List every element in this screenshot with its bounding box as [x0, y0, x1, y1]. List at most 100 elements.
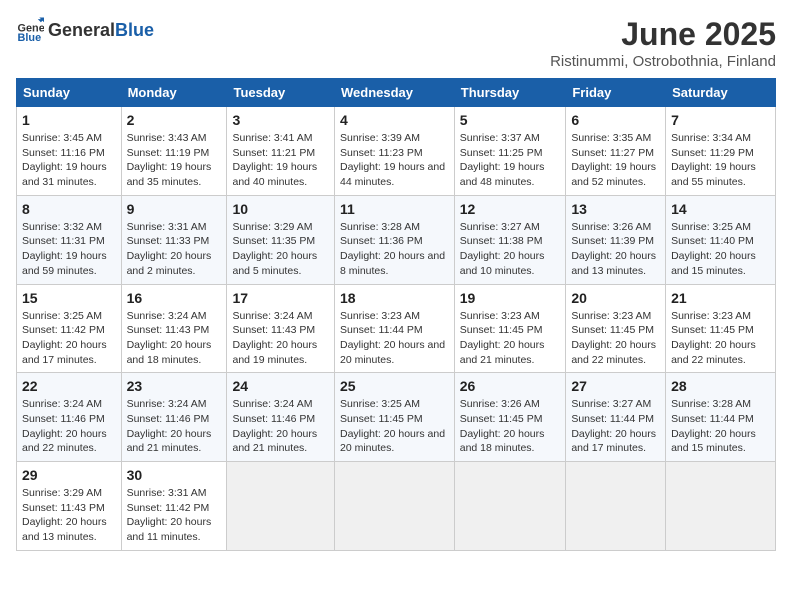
calendar-cell: [566, 462, 666, 551]
page-header: General Blue General Blue June 2025 Rist…: [16, 16, 776, 70]
calendar-table: SundayMondayTuesdayWednesdayThursdayFrid…: [16, 78, 776, 551]
day-info: Sunrise: 3:27 AMSunset: 11:44 PMDaylight…: [571, 397, 660, 456]
calendar-cell: 26 Sunrise: 3:26 AMSunset: 11:45 PMDaylig…: [454, 373, 566, 462]
svg-text:Blue: Blue: [18, 32, 42, 44]
calendar-cell: 11 Sunrise: 3:28 AMSunset: 11:36 PMDaylig…: [334, 195, 454, 284]
calendar-cell: 25Sunrise: 3:25 AMSunset: 11:45 PMDaylig…: [334, 373, 454, 462]
header-saturday: Saturday: [666, 79, 776, 107]
calendar-cell: 7Sunrise: 3:34 AMSunset: 11:29 PMDayligh…: [666, 107, 776, 196]
logo-general-text: General: [48, 20, 115, 41]
day-info: Sunrise: 3:24 AMSunset: 11:46 PMDaylight…: [127, 397, 222, 456]
calendar-cell: 6 Sunrise: 3:35 AMSunset: 11:27 PMDayligh…: [566, 107, 666, 196]
day-number: 16: [127, 290, 222, 306]
day-info: Sunrise: 3:35 AMSunset: 11:27 PMDaylight…: [571, 131, 660, 190]
logo-icon: General Blue: [16, 16, 44, 44]
day-number: 18: [340, 290, 449, 306]
day-number: 17: [232, 290, 329, 306]
logo: General Blue General Blue: [16, 16, 154, 44]
logo-blue-text: Blue: [115, 20, 154, 41]
calendar-cell: 30 Sunrise: 3:31 AMSunset: 11:42 PMDaylig…: [121, 462, 227, 551]
day-info: Sunrise: 3:26 AMSunset: 11:39 PMDaylight…: [571, 220, 660, 279]
day-number: 19: [460, 290, 561, 306]
week-row-3: 15 Sunrise: 3:25 AMSunset: 11:42 PMDaylig…: [17, 284, 776, 373]
day-number: 28: [671, 378, 770, 394]
day-info: Sunrise: 3:29 AMSunset: 11:35 PMDaylight…: [232, 220, 329, 279]
week-row-1: 1 Sunrise: 3:45 AMSunset: 11:16 PMDayligh…: [17, 107, 776, 196]
calendar-cell: 9Sunrise: 3:31 AMSunset: 11:33 PMDayligh…: [121, 195, 227, 284]
day-number: 24: [232, 378, 329, 394]
header-tuesday: Tuesday: [227, 79, 335, 107]
day-number: 29: [22, 467, 116, 483]
calendar-cell: 10 Sunrise: 3:29 AMSunset: 11:35 PMDaylig…: [227, 195, 335, 284]
day-number: 12: [460, 201, 561, 217]
day-number: 8: [22, 201, 116, 217]
day-info: Sunrise: 3:24 AMSunset: 11:43 PMDaylight…: [232, 309, 329, 368]
day-info: Sunrise: 3:45 AMSunset: 11:16 PMDaylight…: [22, 131, 116, 190]
calendar-cell: [227, 462, 335, 551]
calendar-cell: 17 Sunrise: 3:24 AMSunset: 11:43 PMDaylig…: [227, 284, 335, 373]
day-info: Sunrise: 3:25 AMSunset: 11:42 PMDaylight…: [22, 309, 116, 368]
day-number: 21: [671, 290, 770, 306]
calendar-cell: 22Sunrise: 3:24 AMSunset: 11:46 PMDaylig…: [17, 373, 122, 462]
day-info: Sunrise: 3:25 AMSunset: 11:40 PMDaylight…: [671, 220, 770, 279]
calendar-cell: 28 Sunrise: 3:28 AMSunset: 11:44 PMDaylig…: [666, 373, 776, 462]
calendar-title: June 2025: [550, 16, 776, 53]
calendar-cell: 20 Sunrise: 3:23 AMSunset: 11:45 PMDaylig…: [566, 284, 666, 373]
day-info: Sunrise: 3:29 AMSunset: 11:43 PMDaylight…: [22, 486, 116, 545]
calendar-header-row: SundayMondayTuesdayWednesdayThursdayFrid…: [17, 79, 776, 107]
day-number: 7: [671, 112, 770, 128]
calendar-cell: 29 Sunrise: 3:29 AMSunset: 11:43 PMDaylig…: [17, 462, 122, 551]
day-number: 26: [460, 378, 561, 394]
day-number: 6: [571, 112, 660, 128]
day-info: Sunrise: 3:31 AMSunset: 11:42 PMDaylight…: [127, 486, 222, 545]
header-friday: Friday: [566, 79, 666, 107]
day-info: Sunrise: 3:37 AMSunset: 11:25 PMDaylight…: [460, 131, 561, 190]
day-number: 11: [340, 201, 449, 217]
day-info: Sunrise: 3:23 AMSunset: 11:45 PMDaylight…: [671, 309, 770, 368]
day-number: 22: [22, 378, 116, 394]
header-wednesday: Wednesday: [334, 79, 454, 107]
calendar-body: 1 Sunrise: 3:45 AMSunset: 11:16 PMDayligh…: [17, 107, 776, 551]
day-number: 13: [571, 201, 660, 217]
day-info: Sunrise: 3:28 AMSunset: 11:44 PMDaylight…: [671, 397, 770, 456]
day-info: Sunrise: 3:24 AMSunset: 11:46 PMDaylight…: [232, 397, 329, 456]
day-number: 1: [22, 112, 116, 128]
week-row-4: 22 Sunrise: 3:24 AMSunset: 11:46 PMDaylig…: [17, 373, 776, 462]
calendar-cell: 4Sunrise: 3:39 AMSunset: 11:23 PMDayligh…: [334, 107, 454, 196]
week-row-2: 8 Sunrise: 3:32 AMSunset: 11:31 PMDayligh…: [17, 195, 776, 284]
calendar-cell: 19Sunrise: 3:23 AMSunset: 11:45 PMDaylig…: [454, 284, 566, 373]
day-number: 27: [571, 378, 660, 394]
day-info: Sunrise: 3:23 AMSunset: 11:44 PMDaylight…: [340, 309, 449, 368]
calendar-cell: 27 Sunrise: 3:27 AMSunset: 11:44 PMDaylig…: [566, 373, 666, 462]
day-number: 20: [571, 290, 660, 306]
day-number: 30: [127, 467, 222, 483]
header-thursday: Thursday: [454, 79, 566, 107]
calendar-cell: 23 Sunrise: 3:24 AMSunset: 11:46 PMDaylig…: [121, 373, 227, 462]
calendar-cell: 5 Sunrise: 3:37 AMSunset: 11:25 PMDayligh…: [454, 107, 566, 196]
calendar-cell: 3Sunrise: 3:41 AMSunset: 11:21 PMDayligh…: [227, 107, 335, 196]
day-info: Sunrise: 3:43 AMSunset: 11:19 PMDaylight…: [127, 131, 222, 190]
calendar-cell: 8 Sunrise: 3:32 AMSunset: 11:31 PMDayligh…: [17, 195, 122, 284]
day-info: Sunrise: 3:25 AMSunset: 11:45 PMDaylight…: [340, 397, 449, 456]
day-info: Sunrise: 3:26 AMSunset: 11:45 PMDaylight…: [460, 397, 561, 456]
day-info: Sunrise: 3:28 AMSunset: 11:36 PMDaylight…: [340, 220, 449, 279]
day-number: 15: [22, 290, 116, 306]
calendar-cell: 14 Sunrise: 3:25 AMSunset: 11:40 PMDaylig…: [666, 195, 776, 284]
calendar-cell: 15 Sunrise: 3:25 AMSunset: 11:42 PMDaylig…: [17, 284, 122, 373]
calendar-cell: [666, 462, 776, 551]
calendar-cell: 16 Sunrise: 3:24 AMSunset: 11:43 PMDaylig…: [121, 284, 227, 373]
day-number: 5: [460, 112, 561, 128]
day-info: Sunrise: 3:24 AMSunset: 11:43 PMDaylight…: [127, 309, 222, 368]
day-info: Sunrise: 3:39 AMSunset: 11:23 PMDaylight…: [340, 131, 449, 190]
day-number: 10: [232, 201, 329, 217]
day-number: 23: [127, 378, 222, 394]
day-number: 2: [127, 112, 222, 128]
day-number: 9: [127, 201, 222, 217]
day-info: Sunrise: 3:32 AMSunset: 11:31 PMDaylight…: [22, 220, 116, 279]
calendar-cell: 12Sunrise: 3:27 AMSunset: 11:38 PMDaylig…: [454, 195, 566, 284]
day-info: Sunrise: 3:23 AMSunset: 11:45 PMDaylight…: [571, 309, 660, 368]
day-number: 14: [671, 201, 770, 217]
calendar-cell: 1 Sunrise: 3:45 AMSunset: 11:16 PMDayligh…: [17, 107, 122, 196]
calendar-cell: 13 Sunrise: 3:26 AMSunset: 11:39 PMDaylig…: [566, 195, 666, 284]
calendar-cell: [334, 462, 454, 551]
